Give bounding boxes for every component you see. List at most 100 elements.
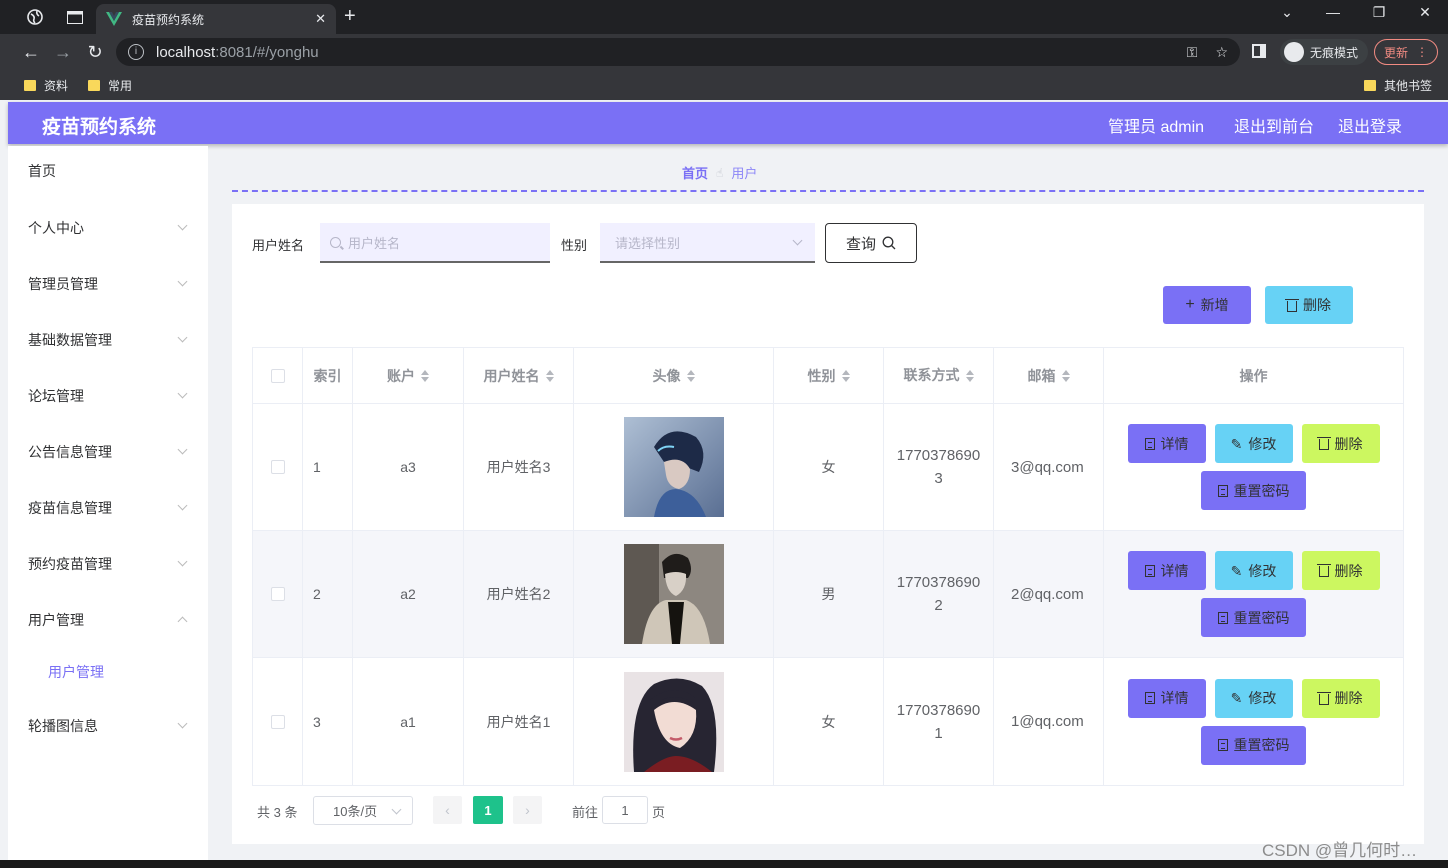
sidebar-item-vaccine-info[interactable]: 疫苗信息管理 bbox=[8, 488, 208, 528]
sort-icon[interactable] bbox=[545, 369, 554, 382]
reset-password-button[interactable]: 重置密码 bbox=[1201, 725, 1306, 765]
sidebar-item-admin-manage[interactable]: 管理员管理 bbox=[8, 264, 208, 304]
minimize-icon[interactable]: — bbox=[1318, 4, 1348, 20]
folder-icon bbox=[1364, 80, 1376, 91]
row-checkbox[interactable] bbox=[270, 587, 285, 601]
delete-button[interactable]: 删除 bbox=[1301, 551, 1380, 590]
star-icon[interactable]: ☆ bbox=[1215, 44, 1228, 61]
sort-icon[interactable] bbox=[1061, 369, 1070, 382]
avatar-image[interactable] bbox=[623, 544, 724, 644]
phone-text: 17703786903 bbox=[896, 447, 981, 487]
goto-page-input[interactable]: 1 bbox=[602, 796, 648, 824]
detail-button[interactable]: 详情 bbox=[1127, 551, 1206, 590]
tab-window-icon[interactable] bbox=[62, 6, 88, 28]
edit-button[interactable]: ✎ 修改 bbox=[1214, 424, 1293, 463]
sidebar-item-label: 用户管理 bbox=[28, 612, 84, 628]
other-bookmarks[interactable]: 其他书签 bbox=[1364, 77, 1432, 94]
browser-tab-active[interactable]: 疫苗预约系统 ✕ bbox=[96, 4, 336, 34]
logout-link[interactable]: 退出登录 bbox=[1338, 113, 1402, 137]
reload-icon[interactable]: ↻ bbox=[84, 41, 106, 63]
column-header-email[interactable]: 邮箱 bbox=[994, 348, 1104, 403]
restore-icon[interactable]: ❐ bbox=[1364, 4, 1394, 21]
table-header-row: 索引 账户 用户姓名 头像 性别 联系方式 邮箱 操作 bbox=[253, 348, 1403, 404]
gender-select[interactable]: 请选择性别 bbox=[600, 223, 815, 263]
bookmark-folder[interactable]: 资料 bbox=[24, 77, 68, 94]
back-arrow-icon[interactable]: ← bbox=[20, 41, 42, 63]
bookmark-label: 资料 bbox=[44, 79, 69, 93]
sidebar-item-home[interactable]: 首页 bbox=[8, 151, 208, 191]
chevron-down-icon bbox=[177, 718, 188, 729]
column-header-gender[interactable]: 性别 bbox=[774, 348, 884, 403]
trash-icon bbox=[1285, 298, 1299, 312]
sidebar-item-forum[interactable]: 论坛管理 bbox=[8, 376, 208, 416]
detail-button[interactable]: 详情 bbox=[1127, 424, 1206, 463]
detail-button[interactable]: 详情 bbox=[1127, 678, 1206, 718]
sort-icon[interactable] bbox=[965, 369, 974, 382]
name-search-input[interactable]: 用户姓名 bbox=[320, 223, 550, 263]
column-header-phone[interactable]: 联系方式 bbox=[884, 348, 994, 403]
site-info-icon[interactable]: i bbox=[128, 44, 144, 60]
reset-password-button[interactable]: 重置密码 bbox=[1201, 598, 1306, 637]
edit-button[interactable]: ✎ 修改 bbox=[1214, 551, 1293, 590]
page-size-value: 10条/页 bbox=[333, 804, 378, 819]
sidebar-item-vaccine-appointment[interactable]: 预约疫苗管理 bbox=[8, 544, 208, 584]
vue-logo-icon bbox=[106, 12, 122, 26]
sidebar-item-carousel[interactable]: 轮播图信息 bbox=[8, 706, 208, 746]
sidebar-item-basic-data[interactable]: 基础数据管理 bbox=[8, 320, 208, 360]
add-button[interactable]: + 新增 bbox=[1163, 286, 1251, 324]
index-cell: 3 bbox=[303, 658, 353, 785]
sidebar-subitem-user-manage[interactable]: 用户管理 bbox=[8, 652, 208, 692]
sidebar-item-notice[interactable]: 公告信息管理 bbox=[8, 432, 208, 472]
goto-prefix: 前往 bbox=[572, 805, 599, 820]
actions-cell: 详情 ✎ 修改 删除 重置密码 bbox=[1104, 531, 1403, 657]
incognito-label: 无痕模式 bbox=[1310, 45, 1359, 60]
key-icon[interactable]: ⚿ bbox=[1187, 44, 1198, 61]
bookmark-folder[interactable]: 常用 bbox=[88, 77, 132, 94]
sidebar-item-label: 基础数据管理 bbox=[28, 332, 112, 348]
breadcrumb-home[interactable]: 首页 bbox=[682, 163, 708, 182]
incognito-indicator[interactable]: 无痕模式 bbox=[1280, 39, 1369, 65]
close-tab-icon[interactable]: ✕ bbox=[315, 11, 326, 27]
page-number-button[interactable]: 1 bbox=[473, 796, 503, 824]
batch-delete-button[interactable]: 删除 bbox=[1265, 286, 1353, 324]
row-checkbox[interactable] bbox=[270, 714, 285, 729]
reset-password-button[interactable]: 重置密码 bbox=[1201, 471, 1306, 510]
column-header-name[interactable]: 用户姓名 bbox=[464, 348, 574, 403]
detail-label: 详情 bbox=[1160, 690, 1189, 706]
sidebar-item-label: 轮播图信息 bbox=[28, 718, 98, 734]
row-checkbox[interactable] bbox=[270, 460, 285, 474]
tab-search-icon[interactable]: ⌄ bbox=[1272, 4, 1302, 21]
sidebar-item-label: 个人中心 bbox=[28, 220, 84, 236]
phone-text: 17703786902 bbox=[896, 574, 981, 614]
side-panel-icon[interactable] bbox=[1252, 44, 1266, 58]
update-button[interactable]: 更新 ⋮ bbox=[1374, 39, 1438, 65]
page-size-select[interactable]: 10条/页 bbox=[313, 796, 413, 825]
reset-password-label: 重置密码 bbox=[1233, 609, 1290, 626]
back-to-front-link[interactable]: 退出到前台 bbox=[1234, 113, 1314, 137]
forward-arrow-icon[interactable]: → bbox=[52, 41, 74, 63]
new-tab-icon[interactable]: + bbox=[344, 5, 356, 28]
delete-button[interactable]: 删除 bbox=[1301, 424, 1380, 463]
globe-icon[interactable] bbox=[22, 6, 48, 28]
sort-icon[interactable] bbox=[686, 369, 695, 382]
query-button-label: 查询 bbox=[845, 235, 876, 253]
query-button[interactable]: 查询 bbox=[825, 223, 917, 263]
edit-button[interactable]: ✎ 修改 bbox=[1214, 678, 1293, 718]
table-row: 2 a2 用户姓名2 男 17703786902 2@qq.com 详情 ✎ 修改… bbox=[253, 531, 1403, 658]
column-header-label: 头像 bbox=[652, 367, 681, 384]
avatar-image[interactable] bbox=[623, 417, 724, 517]
select-all-checkbox[interactable] bbox=[270, 368, 285, 383]
column-header-account[interactable]: 账户 bbox=[353, 348, 464, 403]
column-header-index: 索引 bbox=[303, 348, 353, 403]
delete-button[interactable]: 删除 bbox=[1301, 678, 1380, 718]
sidebar-item-personal-center[interactable]: 个人中心 bbox=[8, 208, 208, 248]
window-close-icon[interactable]: ✕ bbox=[1410, 4, 1440, 21]
sort-icon[interactable] bbox=[421, 369, 429, 382]
prev-page-button[interactable]: ‹ bbox=[433, 796, 462, 824]
next-page-button[interactable]: › bbox=[513, 796, 542, 824]
sort-icon[interactable] bbox=[841, 369, 850, 382]
column-header-avatar[interactable]: 头像 bbox=[574, 348, 774, 403]
avatar-image[interactable] bbox=[623, 671, 724, 772]
url-input[interactable]: i localhost:8081/#/yonghu ⚿ ☆ bbox=[116, 38, 1240, 66]
sidebar-item-user-manage[interactable]: 用户管理 bbox=[8, 600, 208, 640]
